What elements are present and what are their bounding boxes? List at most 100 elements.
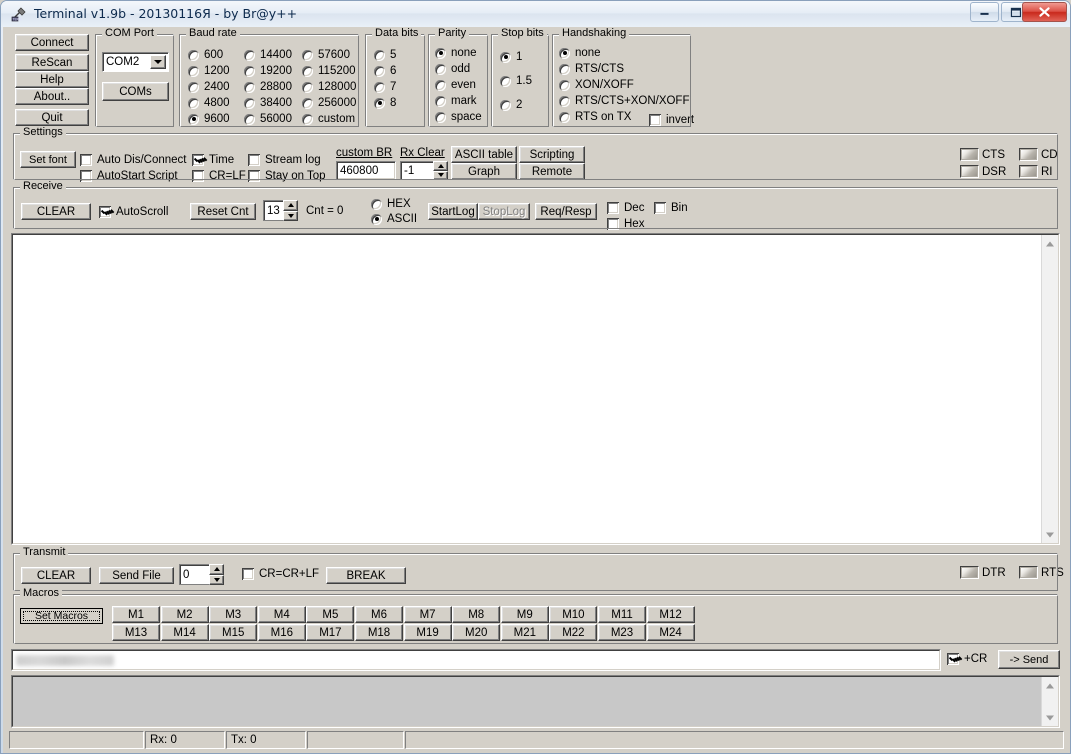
macro-button-m12[interactable]: M12: [647, 606, 695, 623]
baud-radio-38400[interactable]: 38400: [244, 97, 292, 109]
receive-textarea[interactable]: [11, 233, 1060, 545]
time-checkbox[interactable]: Time: [192, 154, 234, 166]
baud-radio-600[interactable]: 600: [188, 49, 223, 61]
radio-dot[interactable]: [188, 66, 199, 77]
baud-radio-115200[interactable]: 115200: [302, 65, 356, 77]
break-button[interactable]: BREAK: [326, 567, 406, 584]
radio-dot[interactable]: [302, 98, 313, 109]
macro-button-m1[interactable]: M1: [112, 606, 160, 623]
radio-dot[interactable]: [371, 214, 382, 225]
stepper-down-icon[interactable]: [209, 575, 224, 586]
radio-dot[interactable]: [374, 98, 385, 109]
dec-checkbox[interactable]: Dec: [607, 202, 644, 214]
radio-dot[interactable]: [188, 50, 199, 61]
macro-button-m10[interactable]: M10: [549, 606, 597, 623]
baud-radio-128000[interactable]: 128000: [302, 81, 356, 93]
checkbox-box[interactable]: [654, 202, 666, 214]
macro-button-m20[interactable]: M20: [452, 624, 500, 641]
baud-radio-14400[interactable]: 14400: [244, 49, 292, 61]
handshaking-radio-xon-xoff[interactable]: XON/XOFF: [559, 79, 634, 91]
radio-dot[interactable]: [244, 50, 255, 61]
set-font-button[interactable]: Set font: [20, 151, 76, 168]
macro-button-m3[interactable]: M3: [209, 606, 257, 623]
macro-button-m6[interactable]: M6: [355, 606, 403, 623]
parity-radio-mark[interactable]: mark: [435, 95, 477, 107]
handshaking-radio-rts-cts[interactable]: RTS/CTS: [559, 63, 624, 75]
hex-checkbox[interactable]: Hex: [607, 218, 644, 230]
radio-dot[interactable]: [302, 50, 313, 61]
radio-dot[interactable]: [559, 64, 570, 75]
minimize-button[interactable]: [970, 2, 999, 22]
graph-button[interactable]: Graph: [451, 163, 517, 180]
rx-clear-stepper[interactable]: -1: [400, 161, 448, 180]
rx-clear-value[interactable]: -1: [400, 161, 433, 180]
scroll-down-icon[interactable]: [1042, 709, 1058, 726]
coms-button[interactable]: COMs: [102, 82, 169, 101]
receive-count-value[interactable]: 13: [263, 200, 283, 221]
send-file-button[interactable]: Send File: [99, 567, 174, 584]
baud-radio-custom[interactable]: custom: [302, 113, 355, 125]
radio-dot[interactable]: [371, 199, 382, 210]
checkbox-box[interactable]: [192, 170, 204, 182]
macro-button-m2[interactable]: M2: [161, 606, 209, 623]
transmit-delay-stepper[interactable]: 0: [179, 564, 224, 585]
stay-on-top-checkbox[interactable]: Stay on Top: [248, 170, 326, 182]
send-button[interactable]: -> Send: [998, 650, 1060, 669]
checkbox-box[interactable]: [607, 218, 619, 230]
ascii-radio[interactable]: ASCII: [371, 213, 417, 225]
help-button[interactable]: Help: [15, 71, 89, 88]
radio-dot[interactable]: [435, 112, 446, 123]
radio-dot[interactable]: [500, 52, 511, 63]
radio-dot[interactable]: [302, 114, 313, 125]
reset-cnt-button[interactable]: Reset Cnt: [190, 203, 256, 220]
baud-radio-2400[interactable]: 2400: [188, 81, 230, 93]
macro-button-m17[interactable]: M17: [306, 624, 354, 641]
macro-button-m21[interactable]: M21: [501, 624, 549, 641]
parity-radio-odd[interactable]: odd: [435, 63, 470, 75]
checkbox-box[interactable]: [192, 154, 204, 166]
remote-button[interactable]: Remote: [519, 163, 585, 180]
macro-button-m4[interactable]: M4: [258, 606, 306, 623]
append-cr-checkbox[interactable]: +CR: [947, 653, 987, 665]
radio-dot[interactable]: [244, 98, 255, 109]
stop-bits-radio-2[interactable]: 2: [500, 99, 522, 111]
receive-scrollbar[interactable]: [1041, 235, 1058, 543]
invert-checkbox[interactable]: invert: [649, 114, 694, 126]
scroll-down-icon[interactable]: [1042, 526, 1058, 543]
stream-log-checkbox[interactable]: Stream log: [248, 154, 321, 166]
radio-dot[interactable]: [188, 98, 199, 109]
stepper-up-icon[interactable]: [433, 161, 448, 171]
baud-radio-9600[interactable]: 9600: [188, 113, 230, 125]
checkbox-box[interactable]: [80, 170, 92, 182]
radio-dot[interactable]: [500, 76, 511, 87]
checkbox-box[interactable]: [242, 568, 254, 580]
transmit-history-pane[interactable]: [11, 675, 1060, 728]
parity-radio-space[interactable]: space: [435, 111, 482, 123]
autoscroll-checkbox[interactable]: AutoScroll: [99, 206, 168, 218]
stepper-up-icon[interactable]: [209, 564, 224, 575]
baud-radio-19200[interactable]: 19200: [244, 65, 292, 77]
radio-dot[interactable]: [435, 64, 446, 75]
checkbox-box[interactable]: [248, 170, 260, 182]
macro-button-m7[interactable]: M7: [404, 606, 452, 623]
bin-checkbox[interactable]: Bin: [654, 202, 688, 214]
radio-dot[interactable]: [188, 82, 199, 93]
ascii-table-button[interactable]: ASCII table: [451, 146, 517, 163]
close-button[interactable]: [1022, 2, 1067, 22]
set-macros-button[interactable]: Set Macros: [20, 608, 103, 624]
scripting-button[interactable]: Scripting: [519, 146, 585, 163]
chevron-down-icon[interactable]: [150, 55, 166, 69]
receive-clear-button[interactable]: CLEAR: [21, 203, 91, 220]
radio-dot[interactable]: [374, 82, 385, 93]
macro-button-m11[interactable]: M11: [598, 606, 646, 623]
macro-button-m18[interactable]: M18: [355, 624, 403, 641]
baud-radio-28800[interactable]: 28800: [244, 81, 292, 93]
checkbox-box[interactable]: [607, 202, 619, 214]
baud-radio-4800[interactable]: 4800: [188, 97, 230, 109]
macro-button-m8[interactable]: M8: [452, 606, 500, 623]
handshaking-radio-none[interactable]: none: [559, 47, 601, 59]
stop-bits-radio-1-5[interactable]: 1.5: [500, 75, 532, 87]
data-bits-radio-6[interactable]: 6: [374, 65, 396, 77]
transmit-clear-button[interactable]: CLEAR: [21, 567, 91, 584]
baud-radio-256000[interactable]: 256000: [302, 97, 356, 109]
